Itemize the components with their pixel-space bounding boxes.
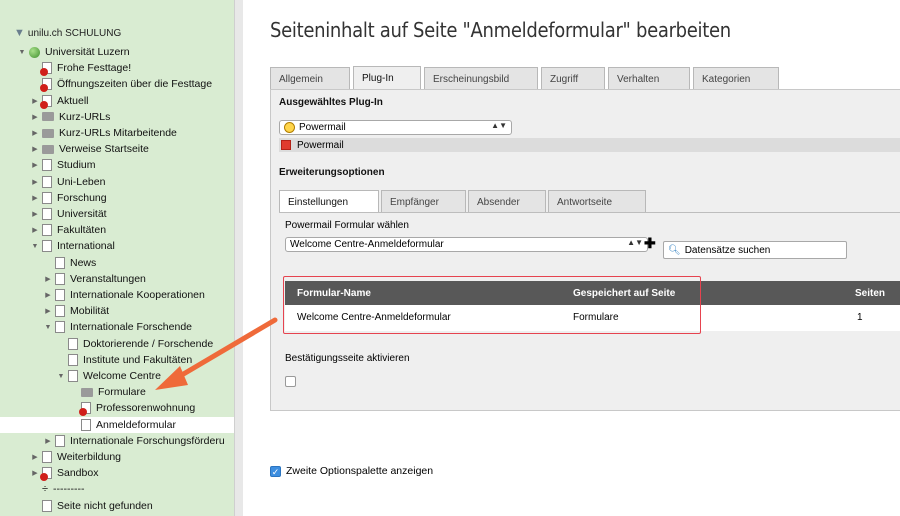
- arrow-head-icon: [155, 366, 188, 390]
- arrow-shaft: [172, 317, 278, 382]
- annotation-arrow: [155, 317, 278, 390]
